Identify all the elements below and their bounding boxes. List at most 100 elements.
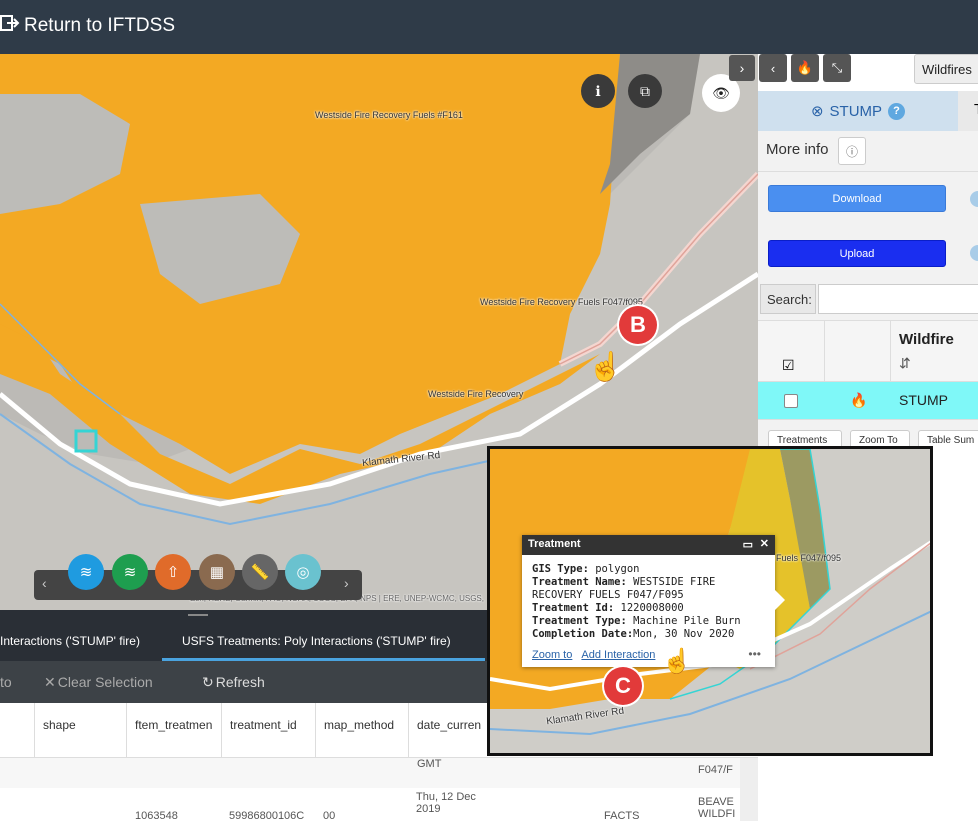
compare-icon[interactable]: ⧉ (628, 74, 662, 108)
popup-header: Treatment ▭ ✕ (522, 535, 775, 555)
table-cell: 00 (323, 810, 336, 822)
table-row[interactable]: GMT F047/F (0, 758, 758, 788)
zoom-to-link[interactable]: Zoom to (532, 649, 572, 661)
table-cell: GMT (417, 758, 442, 770)
zoom-to-button[interactable]: to (0, 674, 12, 690)
wildfires-tab[interactable]: Wildfires (914, 54, 978, 84)
info-icon[interactable]: ℹ (581, 74, 615, 108)
refresh-button[interactable]: ↻ Refresh (202, 674, 265, 691)
info-icon[interactable]: ⓘ (838, 137, 866, 165)
stump-tab-label: STUMP (829, 102, 883, 120)
table-cell: 1063548 (135, 810, 178, 822)
row-checkbox[interactable] (784, 394, 798, 408)
grid-icon[interactable]: ▦ (199, 554, 235, 590)
layers-icon[interactable]: ≋ (68, 554, 104, 590)
sort-icon[interactable]: ⇵ (899, 355, 911, 372)
close-icon[interactable]: ✕ (760, 537, 769, 550)
treatment-type-value: Machine Pile Burn (633, 615, 741, 627)
gis-type-label: GIS Type: (532, 563, 589, 575)
map-label: Westside Fire Recovery Fuels #F161 (315, 110, 463, 120)
help-icon[interactable] (970, 191, 978, 207)
add-layer-icon[interactable]: ≋ (112, 554, 148, 590)
map-label: Fuels F047/f095 (776, 553, 842, 563)
palette-icon[interactable]: ◎ (285, 554, 321, 590)
row-name: STUMP (899, 392, 948, 408)
column-header[interactable]: treatment_id (221, 703, 315, 758)
inset-zoom-view: Fuels F047/f095 Klamath River Rd Treatme… (487, 446, 933, 756)
tab-interactions[interactable]: Interactions ('STUMP' fire) (0, 634, 140, 648)
table-body: GMT F047/F 1063548 59986800106C 00 Thu, … (0, 758, 758, 822)
map-label: Westside Fire Recovery (428, 389, 524, 399)
table-row[interactable]: 🔥 STUMP (758, 382, 978, 420)
add-interaction-link[interactable]: Add Interaction (581, 649, 655, 661)
return-label: Return to IFTDSS (24, 15, 175, 36)
refresh-icon: ↻ (202, 674, 214, 690)
fire-icon: 🔥 (850, 392, 868, 408)
action-buttons: Treatments Zoom To Table Sum (758, 420, 978, 446)
help-icon[interactable]: ? (888, 102, 906, 120)
more-icon[interactable]: ••• (748, 647, 761, 661)
treatments-button[interactable]: Treatments (768, 430, 842, 446)
column-header[interactable]: ftem_treatmen (126, 703, 221, 758)
checkbox-all-icon[interactable]: ☑ (782, 357, 795, 374)
treatment-id-label: Treatment Id: (532, 602, 615, 614)
fire-icon[interactable]: 🔥 (791, 54, 819, 82)
table-cell: Thu, 12 Dec 2019 (416, 791, 476, 815)
drag-handle[interactable] (188, 614, 208, 616)
maximize-icon[interactable]: ▭ (743, 538, 753, 551)
chevron-right-icon[interactable]: › (344, 575, 349, 591)
column-header[interactable]: map_method (315, 703, 408, 758)
table-cell: 59986800106C (229, 810, 305, 822)
table-cell: FACTS (604, 810, 640, 822)
exit-icon (0, 14, 20, 38)
close-icon: ✕ (44, 674, 56, 690)
popup-links: Zoom to Add Interaction (532, 649, 655, 661)
download-button[interactable]: Download (768, 185, 946, 212)
hand-cursor-icon: ☝ (662, 648, 692, 675)
marker-c: C (604, 667, 642, 705)
popup-title: Treatment (528, 538, 581, 550)
popup-body: GIS Type: polygon Treatment Name: WESTSI… (522, 555, 775, 641)
right-panel: ‹ 🔥 ⤡ Wildfires ⊗ STUMP ? T More info ⓘ … (758, 54, 978, 446)
clear-selection-button[interactable]: ✕ Clear Selection (44, 674, 153, 691)
expand-right-icon[interactable]: › (729, 55, 755, 81)
zoom-to-button[interactable]: Zoom To (850, 430, 910, 446)
search-input[interactable] (818, 284, 978, 314)
table-row[interactable]: 1063548 59986800106C 00 Thu, 12 Dec 2019… (0, 788, 758, 822)
tab-second[interactable]: T (958, 91, 978, 131)
column-header[interactable]: Wildfire (899, 331, 954, 348)
top-bar: Return to IFTDSS (0, 0, 978, 54)
marker-b: B (619, 306, 657, 344)
close-circle-icon[interactable]: ⊗ (811, 102, 824, 120)
return-link[interactable]: Return to IFTDSS (0, 14, 175, 38)
clear-selection-label: Clear Selection (57, 674, 153, 690)
chevron-left-icon[interactable]: ‹ (42, 575, 47, 591)
table-cell: BEAVE WILDFI (698, 796, 736, 820)
popup-pointer (775, 590, 785, 610)
upload-icon[interactable]: ⇧ (155, 554, 191, 590)
tab-usfs-treatments[interactable]: USFS Treatments: Poly Interactions ('STU… (182, 634, 451, 648)
refresh-label: Refresh (215, 674, 265, 690)
treatment-popup: Treatment ▭ ✕ GIS Type: polygon Treatmen… (522, 535, 785, 667)
completion-date-label: Completion Date: (532, 628, 634, 640)
chevron-left-icon[interactable]: ‹ (759, 54, 787, 82)
wildfire-table-header: ☑ Wildfire ⇵ (758, 320, 978, 383)
help-icon[interactable] (970, 245, 978, 261)
column-header[interactable]: shape (34, 703, 126, 758)
column-header[interactable]: date_curren (408, 703, 498, 758)
map-label: Westside Fire Recovery Fuels F047/f095 (480, 297, 643, 307)
table-summary-button[interactable]: Table Sum (918, 430, 978, 446)
gis-type-value: polygon (595, 563, 640, 575)
upload-button[interactable]: Upload (768, 240, 946, 267)
collapse-icon[interactable]: ⤡ (823, 54, 851, 82)
more-info-label: More info (766, 141, 829, 158)
divider (824, 321, 825, 383)
divider (758, 171, 978, 172)
ruler-icon[interactable]: 📏 (242, 554, 278, 590)
panel-body: More info ⓘ Download Upload Search: ☑ Wi… (758, 131, 978, 446)
search-label: Search: (760, 284, 816, 314)
tab-stump[interactable]: ⊗ STUMP ? (758, 91, 958, 131)
treatment-id-value: 1220008000 (620, 602, 684, 614)
scrollbar[interactable] (740, 758, 758, 821)
completion-date-value: Mon, 30 Nov 2020 (633, 628, 735, 640)
